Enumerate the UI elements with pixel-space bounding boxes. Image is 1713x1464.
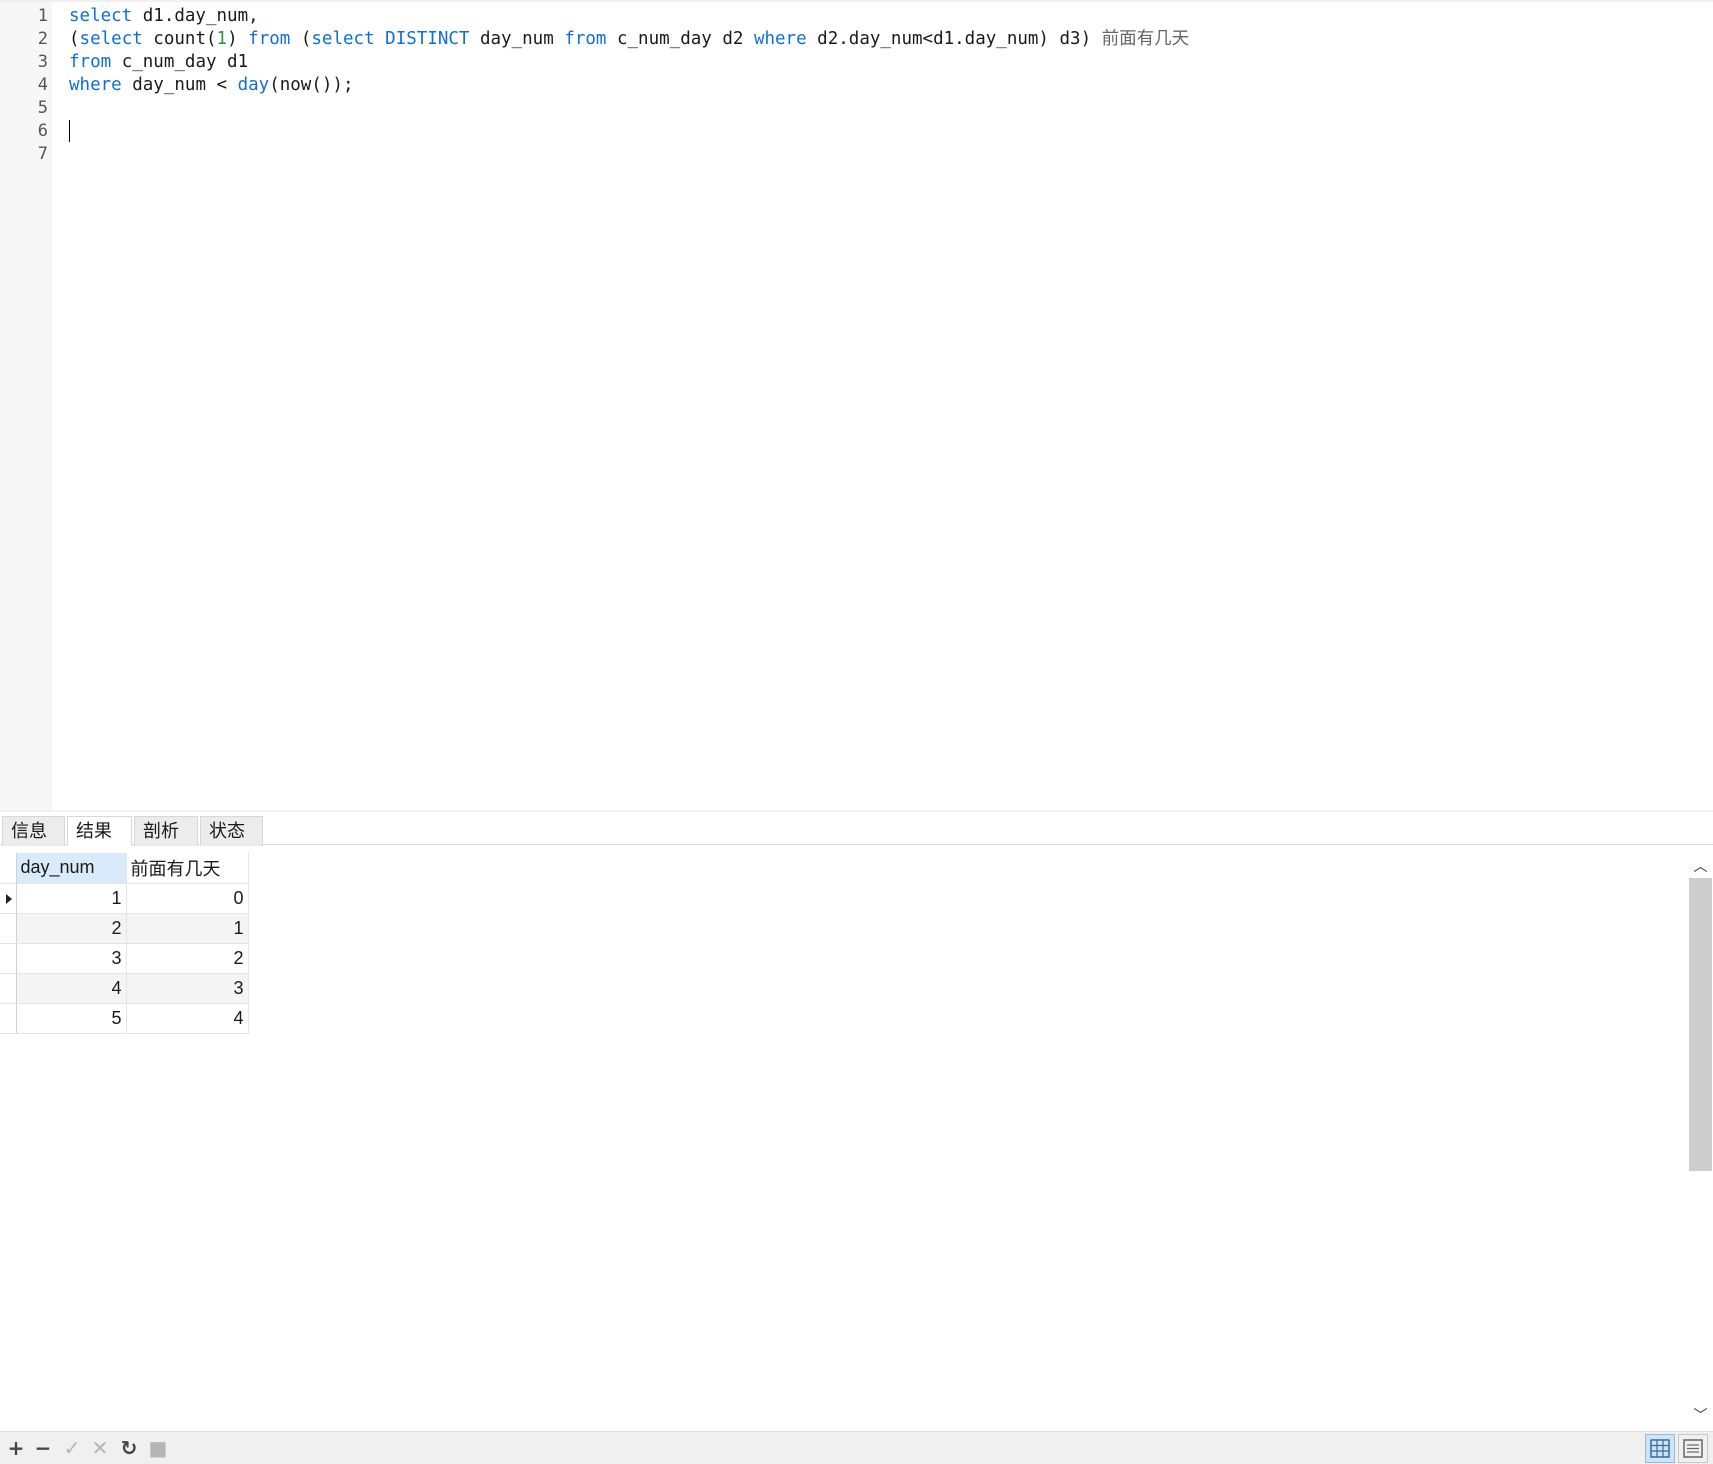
code-line[interactable]: where day_num < day(now()); <box>69 74 354 97</box>
table-row[interactable]: 43 <box>0 973 249 1004</box>
sql-text: day_num <box>469 29 565 49</box>
cell-day-num[interactable]: 5 <box>16 1003 127 1034</box>
line-number: 3 <box>37 52 48 72</box>
sql-text: (now()); <box>269 75 354 95</box>
sql-keyword: from <box>69 52 112 72</box>
check-icon: ✓ <box>63 1436 81 1460</box>
code-line[interactable]: from c_num_day d1 <box>69 51 248 74</box>
sql-text: ) <box>227 29 249 49</box>
grid-view-icon <box>1650 1439 1670 1458</box>
grid-view-button[interactable] <box>1645 1434 1675 1463</box>
table-row[interactable]: 54 <box>0 1003 249 1034</box>
tab-profile[interactable]: 剖析 <box>134 816 198 847</box>
sql-text: c_num_day d2 <box>606 29 754 49</box>
grid-toolbar: + − ✓ ✕ ↻ ■ <box>0 1431 1713 1464</box>
plus-icon: + <box>7 1436 25 1460</box>
cell-day-num[interactable]: 1 <box>16 883 127 914</box>
sql-text: c_num_day d1 <box>111 52 249 72</box>
sql-keyword: select <box>79 29 143 49</box>
row-indicator-header <box>0 853 17 884</box>
stop-icon: ■ <box>148 1436 168 1460</box>
line-number: 2 <box>37 29 48 49</box>
cell-day-num[interactable]: 4 <box>16 973 127 1004</box>
row-indicator[interactable] <box>0 943 17 974</box>
table-row[interactable]: 32 <box>0 943 249 974</box>
sql-number: 1 <box>216 29 228 49</box>
sql-text: d2.day_num<d1.day_num) d3) <box>806 29 1102 49</box>
table-row[interactable]: 21 <box>0 913 249 944</box>
sql-text: ( <box>290 29 312 49</box>
column-header-day-num[interactable]: day_num <box>16 853 127 884</box>
cell-day-num[interactable]: 3 <box>16 943 127 974</box>
sql-keyword: where <box>753 29 807 49</box>
result-grid[interactable]: day_num 前面有几天 1021324354 <box>0 853 249 1034</box>
line-number: 4 <box>37 75 48 95</box>
column-alias: 前面有几天 <box>1101 29 1190 49</box>
refresh-button[interactable]: ↻ <box>117 1436 141 1460</box>
sql-keyword: from <box>248 29 291 49</box>
cell-days-before[interactable]: 0 <box>126 883 249 914</box>
sql-text: d1.day_num, <box>132 6 259 26</box>
cell-days-before[interactable]: 3 <box>126 973 249 1004</box>
sql-keyword: where <box>69 75 122 95</box>
code-line[interactable]: (select count(1) from (select DISTINCT d… <box>69 28 1189 51</box>
row-indicator[interactable] <box>0 973 17 1004</box>
refresh-icon: ↻ <box>120 1436 138 1460</box>
cell-days-before[interactable]: 4 <box>126 1003 249 1034</box>
add-record-button[interactable]: + <box>4 1436 28 1460</box>
sql-text: count( <box>142 29 217 49</box>
row-indicator[interactable] <box>0 1003 17 1034</box>
scroll-up-icon[interactable]: ︿ <box>1688 854 1713 878</box>
scrollbar-thumb[interactable] <box>1689 878 1712 1171</box>
cross-icon: ✕ <box>91 1436 109 1460</box>
sql-editor[interactable]: 1234567 select d1.day_num, (select count(… <box>0 0 1713 812</box>
minus-icon: − <box>34 1436 52 1460</box>
tab-result1[interactable]: 结果 1 <box>67 816 132 870</box>
line-number-gutter: 1 2 3 4 5 6 7 <box>0 2 52 812</box>
tab-status[interactable]: 状态 <box>200 816 263 847</box>
form-view-button[interactable] <box>1678 1434 1708 1463</box>
line-number: 7 <box>37 144 48 164</box>
result-grid-area[interactable]: day_num 前面有几天 1021324354 <box>0 846 1688 1431</box>
current-row-arrow-icon <box>6 893 12 904</box>
line-number: 6 <box>37 121 48 141</box>
column-header-days-before[interactable]: 前面有几天 <box>126 853 249 884</box>
row-indicator[interactable] <box>0 913 17 944</box>
sql-keyword: DISTINCT <box>385 29 470 49</box>
discard-changes-button[interactable]: ✕ <box>88 1436 112 1460</box>
cell-days-before[interactable]: 1 <box>126 913 249 944</box>
sql-text: day_num < <box>121 75 238 95</box>
form-view-icon <box>1683 1439 1703 1458</box>
line-number: 5 <box>37 98 48 118</box>
code-line[interactable]: select d1.day_num, <box>69 5 259 28</box>
cell-days-before[interactable]: 2 <box>126 943 249 974</box>
line-number: 1 <box>37 6 48 26</box>
row-indicator[interactable] <box>0 883 17 914</box>
table-row[interactable]: 10 <box>0 883 249 914</box>
sql-keyword: select <box>311 29 375 49</box>
tab-info[interactable]: 信息 <box>2 816 65 847</box>
delete-record-button[interactable]: − <box>31 1436 55 1460</box>
apply-changes-button[interactable]: ✓ <box>60 1436 84 1460</box>
vertical-scrollbar[interactable]: ︿ ﹀ <box>1688 846 1713 1431</box>
sql-keyword: day <box>237 75 270 95</box>
stop-button[interactable]: ■ <box>146 1436 170 1460</box>
sql-text: ( <box>69 29 80 49</box>
text-caret <box>69 120 70 142</box>
sql-keyword: from <box>564 29 607 49</box>
cell-day-num[interactable]: 2 <box>16 913 127 944</box>
scroll-down-icon[interactable]: ﹀ <box>1688 1403 1713 1427</box>
sql-keyword: select <box>69 6 133 26</box>
result-tab-bar: 信息结果 1剖析状态 <box>0 810 1713 870</box>
